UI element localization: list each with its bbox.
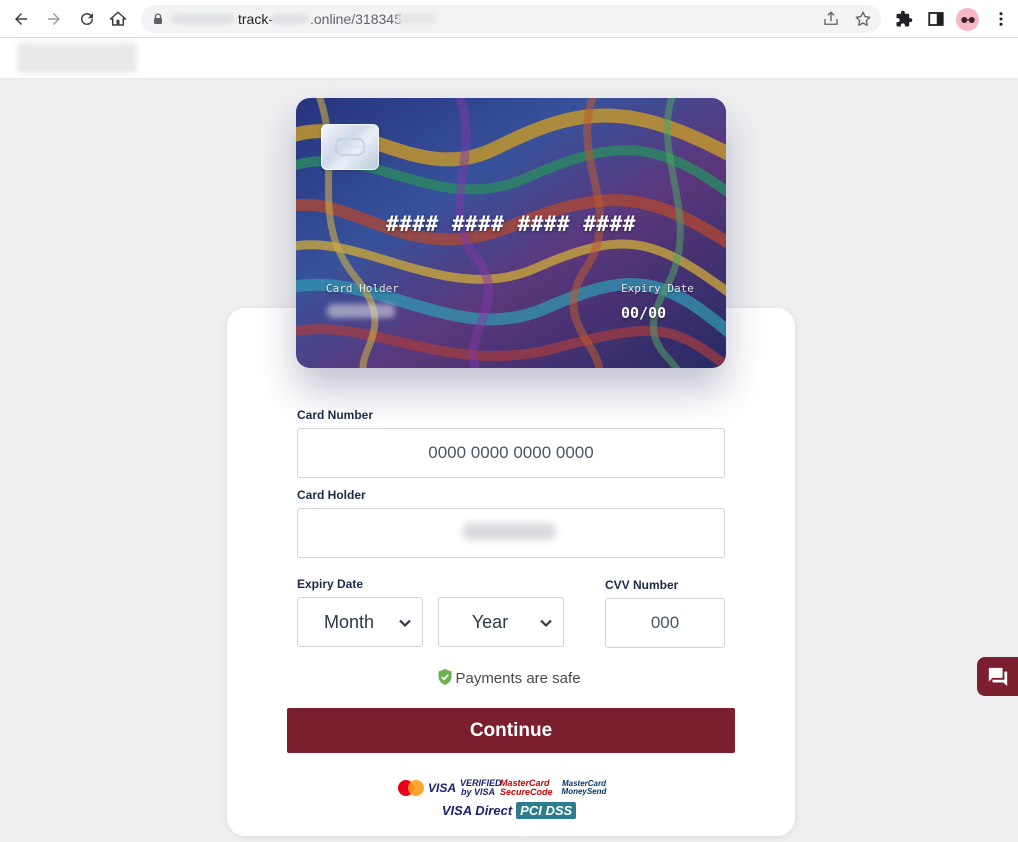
puzzle-icon[interactable] (894, 9, 914, 29)
chat-icon (988, 667, 1007, 686)
payment-form-panel (227, 308, 795, 836)
month-select-value: Month (323, 611, 375, 632)
card-number-display: #### #### #### #### (386, 212, 636, 236)
home-icon (109, 11, 127, 26)
payment-logos-row-1: VISA VERIFIED by VISA MasterCard SecureC… (0, 779, 1018, 797)
kebab-menu-icon[interactable] (991, 9, 1011, 29)
address-bar[interactable]: track- .online/318345 (141, 5, 881, 33)
visa-direct-logo: VISA Direct (441, 803, 513, 818)
pci-dss-logo: PCI DSS (516, 802, 577, 819)
card-holder-field-label: Card Holder (297, 488, 366, 502)
chevron-down-icon (540, 619, 552, 628)
site-logo[interactable] (17, 43, 137, 73)
visa-logo: VISA (427, 781, 456, 795)
payment-logos-row-2: VISA Direct PCI DSS (0, 802, 1018, 819)
card-number-input[interactable] (297, 428, 725, 478)
url-text-suffix: .online/318345 (310, 11, 402, 27)
arrow-right-icon (48, 13, 60, 25)
chip-contacts-icon (330, 133, 370, 161)
year-select-value: Year (471, 611, 509, 632)
url-redacted (171, 14, 235, 24)
reload-button[interactable] (75, 7, 99, 31)
avatar[interactable] (956, 8, 979, 31)
mastercard-securecode-logo: MasterCard SecureCode (500, 778, 553, 797)
continue-button[interactable]: Continue (287, 708, 735, 753)
side-panel-icon[interactable] (926, 9, 946, 29)
home-button[interactable] (106, 7, 130, 31)
mastercard-logo (397, 780, 424, 796)
profile-glasses-icon (960, 16, 975, 23)
back-button[interactable] (9, 7, 33, 31)
cvv-label: CVV Number (605, 578, 679, 592)
credit-card-preview: #### #### #### #### Card Holder Expiry D… (296, 98, 726, 368)
card-holder-value-redacted (327, 304, 395, 318)
star-icon[interactable] (854, 10, 872, 28)
expiry-date-label: Expiry Date (297, 577, 364, 591)
site-header (0, 38, 1018, 78)
url-text-prefix: track- (238, 11, 273, 27)
card-number-label: Card Number (297, 408, 374, 422)
chat-button[interactable] (977, 657, 1018, 696)
share-icon[interactable] (822, 10, 840, 28)
payments-safe-notice: Payments are safe (0, 668, 1018, 687)
browser-toolbar: track- .online/318345 (0, 0, 1018, 38)
arrow-left-icon (15, 13, 27, 25)
year-select[interactable]: Year (438, 597, 564, 647)
card-holder-label: Card Holder (326, 282, 399, 295)
verified-by-visa-logo: VERIFIED by VISA (460, 778, 502, 797)
card-expiry-value: 00/00 (621, 304, 667, 322)
payments-safe-text: Payments are safe (455, 670, 581, 687)
mastercard-moneysend-logo: MasterCard MoneySend (561, 779, 607, 796)
card-holder-input-redacted (462, 523, 556, 540)
forward-button[interactable] (42, 7, 66, 31)
lock-icon (154, 13, 162, 24)
url-redacted (396, 14, 436, 24)
cvv-input[interactable] (605, 598, 725, 648)
month-select[interactable]: Month (297, 597, 423, 647)
card-chip (321, 124, 379, 170)
reload-icon (81, 13, 93, 25)
shield-check-icon (438, 669, 452, 685)
url-redacted (271, 14, 309, 24)
card-expiry-label: Expiry Date (621, 282, 694, 295)
chevron-down-icon (399, 619, 411, 628)
